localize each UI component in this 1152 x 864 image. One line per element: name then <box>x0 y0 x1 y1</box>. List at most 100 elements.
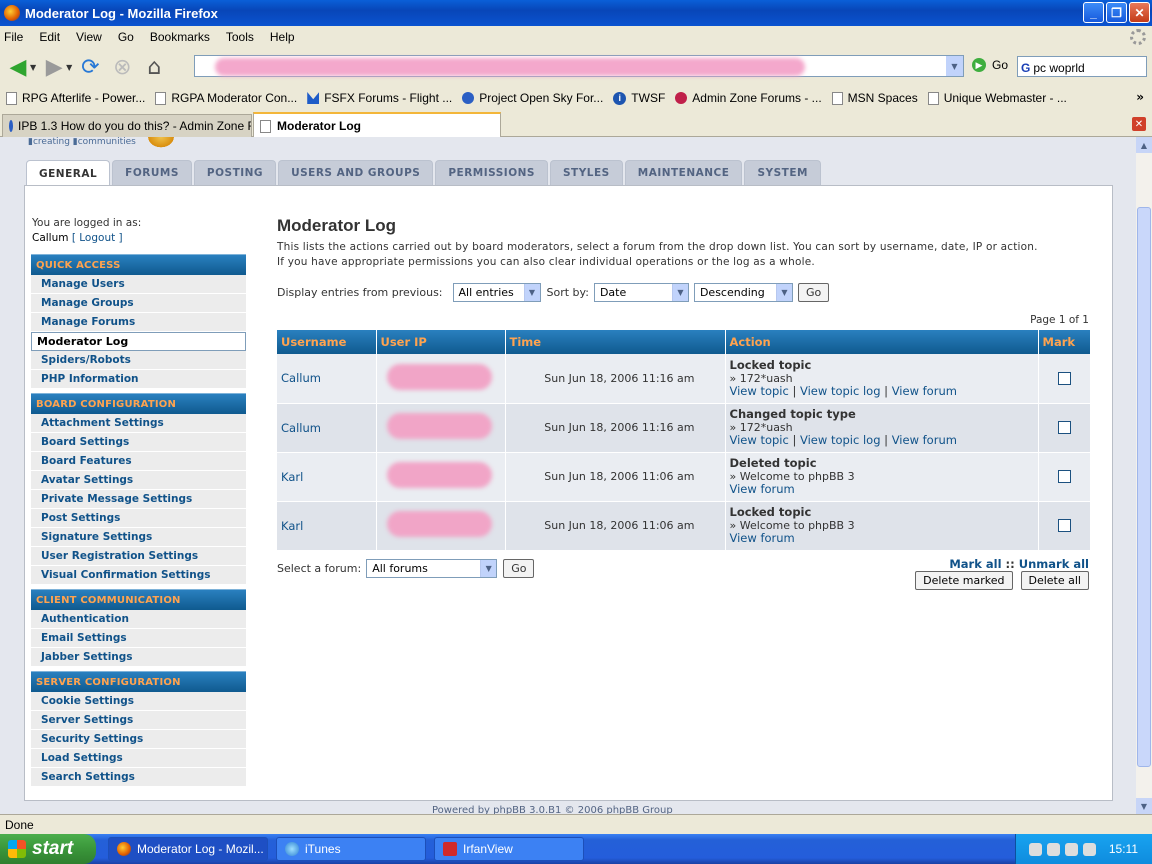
sidebar-item-spiders-robots[interactable]: Spiders/Robots <box>31 351 246 370</box>
tab-users-and-groups[interactable]: USERS AND GROUPS <box>278 160 434 185</box>
sidebar-item-server-settings[interactable]: Server Settings <box>31 711 246 730</box>
stop-icon[interactable]: ⊗ <box>108 53 136 81</box>
sort-order-select[interactable]: Descending ▼ <box>693 283 793 302</box>
go-button[interactable]: ▶ Go <box>972 58 1008 72</box>
sidebar-item-manage-users[interactable]: Manage Users <box>31 275 246 294</box>
menu-bookmarks[interactable]: Bookmarks <box>150 30 210 44</box>
row-username[interactable]: Callum <box>281 371 321 385</box>
logout-link[interactable]: [ Logout ] <box>72 232 123 244</box>
sidebar-item-manage-groups[interactable]: Manage Groups <box>31 294 246 313</box>
column-header-username[interactable]: Username <box>277 330 377 354</box>
sidebar-item-email-settings[interactable]: Email Settings <box>31 629 246 648</box>
display-entries-select[interactable]: All entries ▼ <box>452 283 541 302</box>
bookmark-item[interactable]: i TWSF <box>613 91 665 105</box>
delete-marked-button[interactable]: Delete marked <box>915 570 1013 590</box>
close-button[interactable]: ✕ <box>1129 2 1150 23</box>
sidebar-item-post-settings[interactable]: Post Settings <box>31 509 246 528</box>
bookmark-item[interactable]: Unique Webmaster - ... <box>927 91 1067 105</box>
bookmark-item[interactable]: RGPA Moderator Con... <box>155 91 297 105</box>
sidebar-item-attachment-settings[interactable]: Attachment Settings <box>31 414 246 433</box>
tray-mail-icon[interactable] <box>1064 842 1078 856</box>
row-username[interactable]: Karl <box>281 470 303 484</box>
row-username[interactable]: Callum <box>281 421 321 435</box>
sidebar-item-security-settings[interactable]: Security Settings <box>31 730 246 749</box>
view-topic-link[interactable]: View topic <box>730 384 789 398</box>
home-icon[interactable]: ⌂ <box>140 53 168 81</box>
sidebar-item-user-registration-settings[interactable]: User Registration Settings <box>31 547 246 566</box>
delete-all-button[interactable]: Delete all <box>1020 570 1089 590</box>
menu-edit[interactable]: Edit <box>39 30 60 44</box>
column-header-action[interactable]: Action <box>725 330 1039 354</box>
tray-network-icon[interactable] <box>1028 842 1042 856</box>
view-forum-link[interactable]: View forum <box>730 531 795 545</box>
tab-styles[interactable]: STYLES <box>549 160 623 185</box>
sidebar-item-manage-forums[interactable]: Manage Forums <box>31 313 246 332</box>
menu-help[interactable]: Help <box>270 30 295 44</box>
mark-checkbox[interactable] <box>1057 470 1071 483</box>
tab-forums[interactable]: FORUMS <box>112 160 192 185</box>
sidebar-item-cookie-settings[interactable]: Cookie Settings <box>31 692 246 711</box>
view-forum-link[interactable]: View forum <box>892 384 957 398</box>
maximize-button[interactable]: ❐ <box>1106 2 1127 23</box>
scroll-down-icon[interactable]: ▼ <box>1136 798 1152 814</box>
mark-checkbox[interactable] <box>1057 421 1071 434</box>
sidebar-item-moderator-log[interactable]: Moderator Log <box>31 332 246 351</box>
forum-go-button[interactable]: Go <box>503 558 535 578</box>
menu-go[interactable]: Go <box>118 30 134 44</box>
sidebar-item-avatar-settings[interactable]: Avatar Settings <box>31 471 246 490</box>
sidebar-item-board-features[interactable]: Board Features <box>31 452 246 471</box>
forward-arrow-icon[interactable]: ▶ <box>40 53 68 81</box>
reload-icon[interactable]: ⟳ <box>76 53 104 81</box>
tray-security-icon[interactable] <box>1082 842 1096 856</box>
taskbar-item-firefox[interactable]: Moderator Log - Mozil... <box>108 837 268 861</box>
bookmark-item[interactable]: Project Open Sky For... <box>462 91 603 105</box>
back-history-dropdown-icon[interactable]: ▼ <box>30 63 36 72</box>
sidebar-item-jabber-settings[interactable]: Jabber Settings <box>31 648 246 667</box>
url-bar[interactable]: ▼ <box>194 55 964 77</box>
mark-checkbox[interactable] <box>1057 519 1071 532</box>
bookmark-item[interactable]: Admin Zone Forums - ... <box>675 91 822 105</box>
tray-volume-icon[interactable] <box>1046 842 1060 856</box>
scroll-up-icon[interactable]: ▲ <box>1136 137 1152 153</box>
tab-moderator-log[interactable]: Moderator Log <box>253 112 501 138</box>
tab-system[interactable]: SYSTEM <box>744 160 821 185</box>
close-tab-icon[interactable]: ✕ <box>1132 117 1146 131</box>
tab-posting[interactable]: POSTING <box>193 160 277 185</box>
view-topic-log-link[interactable]: View topic log <box>800 384 881 398</box>
tab-permissions[interactable]: PERMISSIONS <box>435 160 548 185</box>
menu-tools[interactable]: Tools <box>226 30 254 44</box>
url-dropdown-icon[interactable]: ▼ <box>946 56 963 76</box>
tab-maintenance[interactable]: MAINTENANCE <box>624 160 743 185</box>
sidebar-item-php-information[interactable]: PHP Information <box>31 370 246 389</box>
tab-ipb[interactable]: IPB 1.3 How do you do this? - Admin Zone… <box>2 114 252 137</box>
search-input[interactable]: G pc woprld <box>1017 56 1147 77</box>
taskbar-item-irfanview[interactable]: IrfanView <box>434 837 584 861</box>
view-forum-link[interactable]: View forum <box>892 433 957 447</box>
mark-checkbox[interactable] <box>1057 371 1071 385</box>
bookmarks-overflow-chevron-icon[interactable]: » <box>1136 90 1144 104</box>
filter-go-button[interactable]: Go <box>797 283 830 302</box>
mark-all-link[interactable]: Mark all <box>949 557 1001 571</box>
sidebar-item-load-settings[interactable]: Load Settings <box>31 749 246 768</box>
view-topic-link[interactable]: View topic <box>730 433 789 447</box>
sidebar-item-visual-confirmation-settings[interactable]: Visual Confirmation Settings <box>31 566 246 585</box>
sort-by-select[interactable]: Date ▼ <box>593 283 689 302</box>
bookmark-item[interactable]: RPG Afterlife - Power... <box>6 91 145 105</box>
column-header-user-ip[interactable]: User IP <box>376 330 506 354</box>
view-topic-log-link[interactable]: View topic log <box>800 433 881 447</box>
bookmark-item[interactable]: MSN Spaces <box>831 91 918 105</box>
sidebar-item-authentication[interactable]: Authentication <box>31 610 246 629</box>
scroll-thumb[interactable] <box>1137 207 1151 767</box>
taskbar-item-itunes[interactable]: iTunes <box>276 837 426 861</box>
back-arrow-icon[interactable]: ◀ <box>4 53 32 81</box>
column-header-time[interactable]: Time <box>505 330 726 354</box>
bookmark-item[interactable]: FSFX Forums - Flight ... <box>307 91 452 105</box>
sidebar-item-signature-settings[interactable]: Signature Settings <box>31 528 246 547</box>
forward-history-dropdown-icon[interactable]: ▼ <box>66 63 72 72</box>
row-username[interactable]: Karl <box>281 519 303 533</box>
menu-file[interactable]: File <box>4 30 23 44</box>
view-forum-link[interactable]: View forum <box>730 482 795 496</box>
tab-general[interactable]: GENERAL <box>26 160 111 186</box>
page-scrollbar[interactable]: ▲ ▼ <box>1136 137 1152 814</box>
unmark-all-link[interactable]: Unmark all <box>1019 557 1089 571</box>
